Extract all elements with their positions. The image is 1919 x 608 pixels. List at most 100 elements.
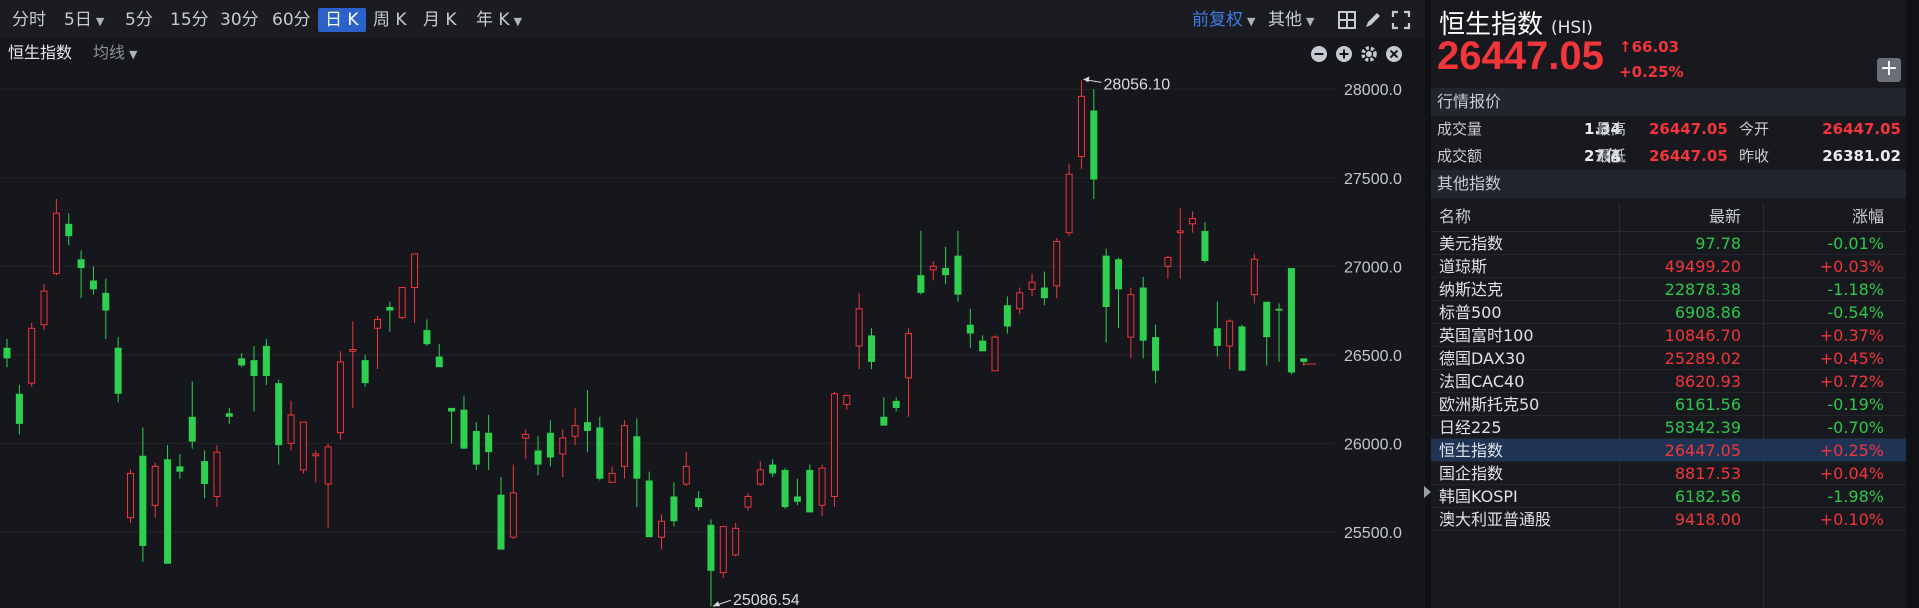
index-row[interactable]: 国企指数 8817.53 +0.04% bbox=[1431, 462, 1906, 485]
high-annotation: 28056.10 bbox=[1103, 76, 1170, 93]
y-tick-label: 27000.0 bbox=[1344, 259, 1402, 276]
index-row[interactable]: 美元指数 97.78 -0.01% bbox=[1431, 232, 1906, 255]
quote-row: 成交额27.4亿最低26447.05昨收26381.02 bbox=[1431, 143, 1906, 192]
instrument-label: 恒生指数 bbox=[8, 43, 73, 62]
index-row[interactable]: 恒生指数 26447.05 +0.25% bbox=[1431, 439, 1906, 462]
candle bbox=[1065, 163, 1073, 237]
adjust-label: 前复权 bbox=[1192, 10, 1243, 30]
candle-body bbox=[1287, 268, 1295, 373]
candle-body bbox=[732, 527, 740, 556]
candle bbox=[534, 436, 542, 476]
candle bbox=[114, 337, 122, 403]
candle-body bbox=[695, 498, 703, 508]
index-row[interactable]: 英国富时100 10846.70 +0.37% bbox=[1431, 324, 1906, 347]
index-row[interactable]: 纳斯达克 22878.38 -1.18% bbox=[1431, 278, 1906, 301]
period-15min[interactable]: 15分 bbox=[170, 8, 209, 32]
period-daily-k[interactable]: 日 K bbox=[318, 8, 366, 32]
layout-icon[interactable] bbox=[1336, 9, 1358, 31]
period-5min[interactable]: 5分 bbox=[125, 8, 153, 32]
candle bbox=[1287, 268, 1295, 375]
quote-value: 26447.05 bbox=[1649, 147, 1728, 165]
zoom-out-icon[interactable] bbox=[1310, 45, 1328, 63]
scrollbar[interactable] bbox=[1906, 0, 1919, 608]
zoom-in-icon[interactable] bbox=[1335, 45, 1353, 63]
candle-body bbox=[1275, 308, 1283, 311]
index-change: -1.98% bbox=[1827, 487, 1884, 506]
candle bbox=[1250, 253, 1258, 304]
settings-gear-icon[interactable] bbox=[1360, 45, 1378, 63]
candle bbox=[966, 308, 974, 348]
index-latest: 26447.05 bbox=[1664, 441, 1741, 460]
index-row[interactable]: 澳大利亚普通股 9418.00 +0.10% bbox=[1431, 508, 1906, 531]
candlestick-chart[interactable]: 28000.0 27500.0 27000.0 26500.0 26000.0 25500… bbox=[0, 68, 1425, 608]
candle-body bbox=[843, 395, 851, 405]
candle-body bbox=[534, 450, 542, 465]
candle bbox=[1189, 211, 1197, 233]
candle-body bbox=[1250, 258, 1258, 296]
candle-body bbox=[1077, 95, 1085, 158]
fullscreen-icon[interactable] bbox=[1390, 9, 1412, 31]
index-row[interactable]: 韩国KOSPI 6182.56 -1.98% bbox=[1431, 485, 1906, 508]
period-60min[interactable]: 60分 bbox=[272, 8, 311, 32]
candle-body bbox=[349, 349, 357, 352]
adjust-dropdown[interactable]: 前复权 ▼ bbox=[1192, 8, 1255, 32]
other-dropdown[interactable]: 其他 ▼ bbox=[1268, 8, 1314, 32]
period-monthly-k[interactable]: 月 K bbox=[423, 8, 457, 32]
candle-body bbox=[102, 292, 110, 311]
candle-body bbox=[448, 407, 456, 412]
candle bbox=[3, 338, 11, 368]
quote-label: 昨收 bbox=[1739, 147, 1770, 165]
quote-label: 最高 bbox=[1596, 120, 1627, 138]
candle bbox=[905, 328, 913, 417]
index-row[interactable]: 日经225 58342.39 -0.70% bbox=[1431, 416, 1906, 439]
candle bbox=[1127, 287, 1135, 359]
period-30min[interactable]: 30分 bbox=[220, 8, 259, 32]
index-row[interactable]: 德国DAX30 25289.02 +0.45% bbox=[1431, 347, 1906, 370]
index-name: 欧洲斯托克50 bbox=[1439, 395, 1540, 414]
candle bbox=[299, 421, 307, 474]
index-row[interactable]: 道琼斯 49499.20 +0.03% bbox=[1431, 255, 1906, 278]
candle-body bbox=[1053, 241, 1061, 287]
indices-table-header: 名称 最新 涨幅 bbox=[1431, 203, 1906, 232]
candle-body bbox=[1300, 358, 1308, 362]
candle-body bbox=[1115, 259, 1122, 290]
index-row[interactable]: 标普500 6908.86 -0.54% bbox=[1431, 301, 1906, 324]
candle bbox=[793, 478, 801, 506]
candle bbox=[349, 321, 357, 408]
index-row[interactable]: 法国CAC40 8620.93 +0.72% bbox=[1431, 370, 1906, 393]
period-intraday[interactable]: 分时 bbox=[12, 8, 46, 32]
index-row[interactable]: 欧洲斯托克50 6161.56 -0.19% bbox=[1431, 393, 1906, 416]
candle-body bbox=[176, 466, 184, 472]
candle-body bbox=[275, 383, 283, 446]
kline-panel: 分时 5日 ▼ 5分 15分 30分 60分 日 K 周 K 月 K 年 K ▼ 前… bbox=[0, 0, 1425, 608]
candle bbox=[1201, 222, 1209, 263]
candle bbox=[250, 345, 258, 412]
candle bbox=[645, 471, 653, 538]
period-yearly-k[interactable]: 年 K ▼ bbox=[476, 8, 522, 32]
period-5day[interactable]: 5日 ▼ bbox=[64, 8, 104, 32]
index-latest: 8817.53 bbox=[1674, 464, 1741, 483]
candle bbox=[991, 335, 999, 372]
draw-pen-icon[interactable] bbox=[1362, 9, 1384, 31]
candle bbox=[880, 397, 888, 426]
candle-body bbox=[65, 223, 73, 237]
ma-dropdown[interactable]: 均线 ▼ bbox=[93, 41, 137, 67]
candle-body bbox=[559, 437, 567, 455]
candle bbox=[559, 429, 567, 477]
candle bbox=[608, 466, 616, 483]
close-icon[interactable] bbox=[1385, 45, 1403, 63]
candle-body bbox=[287, 414, 295, 444]
y-axis-ticks: 28000.0 27500.0 27000.0 26500.0 26000.0 25500… bbox=[1344, 82, 1402, 542]
index-latest: 10846.70 bbox=[1664, 326, 1741, 345]
candle-body bbox=[509, 492, 517, 538]
candle-body bbox=[1016, 292, 1024, 310]
candle-body bbox=[892, 400, 900, 408]
candle bbox=[139, 427, 147, 562]
period-weekly-k[interactable]: 周 K bbox=[373, 8, 407, 32]
add-watchlist-button[interactable]: + bbox=[1877, 58, 1901, 82]
candle bbox=[929, 260, 937, 281]
candle-body bbox=[40, 290, 48, 326]
candle-body bbox=[769, 464, 777, 474]
candle-body bbox=[608, 472, 616, 483]
candle bbox=[818, 464, 826, 516]
